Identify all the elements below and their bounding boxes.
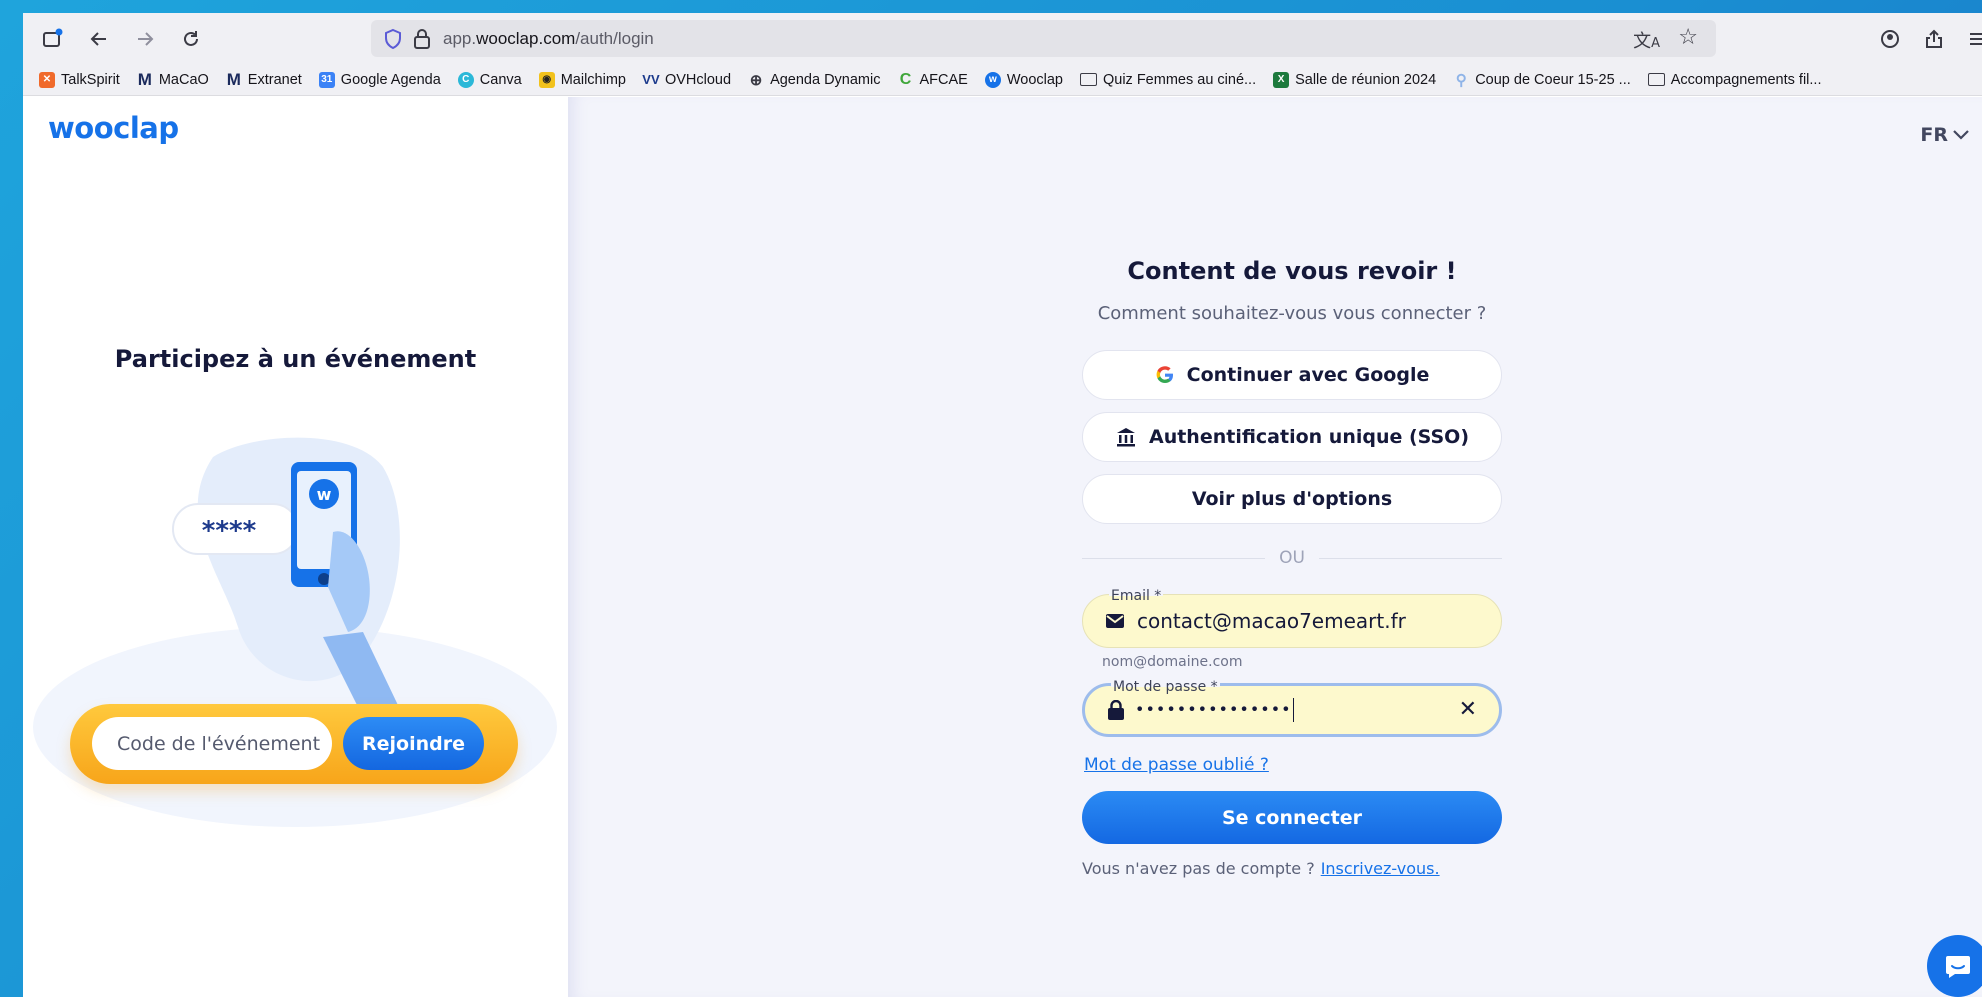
address-bar[interactable]: app.wooclap.com/auth/login 文A ☆ [371, 20, 1716, 57]
envelope-icon [1106, 614, 1124, 628]
wooclap-badge-text: w [317, 485, 332, 504]
shield-icon[interactable] [383, 28, 403, 54]
folder-icon [1079, 73, 1097, 86]
browser-window: app.wooclap.com/auth/login 文A ☆ ✕ TalkSpi… [23, 13, 1982, 997]
clear-icon[interactable]: ✕ [1459, 697, 1477, 722]
macao-icon: M [137, 69, 152, 89]
page-content: wooclap Participez à un événement **** w… [23, 97, 1982, 997]
join-event-panel: wooclap Participez à un événement **** w… [23, 97, 568, 997]
bookmark-quiz-femmes[interactable]: Quiz Femmes au ciné... [1079, 72, 1256, 88]
menu-icon[interactable] [1963, 25, 1982, 53]
institution-icon [1116, 428, 1135, 447]
bookmark-accompagnements[interactable]: Accompagnements fil... [1647, 72, 1821, 88]
calendar-icon: 31 [318, 71, 335, 88]
share-icon[interactable] [1920, 25, 1948, 53]
password-field[interactable]: Mot de passe * ••••••••••••••• ✕ [1082, 679, 1502, 737]
signup-link[interactable]: Inscrivez-vous. [1321, 859, 1440, 878]
reload-icon[interactable] [177, 25, 205, 53]
bookmark-extranet[interactable]: M Extranet [226, 69, 302, 89]
bookmark-salle-reunion[interactable]: X Salle de réunion 2024 [1273, 71, 1436, 88]
folder-icon [1647, 73, 1665, 86]
canva-icon: C [457, 71, 474, 88]
bookmark-agenda-dynamic[interactable]: ⊕ Agenda Dynamic [748, 71, 881, 89]
language-label: FR [1920, 124, 1948, 146]
forgot-password-link[interactable]: Mot de passe oublié ? [1084, 755, 1269, 775]
or-divider-text: OU [1279, 548, 1305, 568]
email-label: Email * [1109, 588, 1164, 604]
url-text: app.wooclap.com/auth/login [443, 29, 654, 48]
bookmark-afcae[interactable]: C AFCAE [897, 70, 968, 88]
wooclap-icon: w [984, 71, 1001, 88]
tab-manager-icon[interactable] [39, 25, 67, 53]
login-subtitle: Comment souhaitez-vous vous connecter ? [1097, 303, 1487, 324]
join-event-form: Code de l'événement Rejoindre [70, 704, 518, 784]
signup-text: Vous n'avez pas de compte ? Inscrivez-vou… [1082, 859, 1440, 878]
bookmark-wooclap[interactable]: w Wooclap [984, 71, 1063, 88]
forward-arrow-icon[interactable] [131, 25, 159, 53]
phone-illustration: **** w [33, 437, 557, 827]
bookmark-ovhcloud[interactable]: VV OVHcloud [642, 72, 731, 88]
ovh-icon: VV [642, 72, 660, 87]
password-value: ••••••••••••••• [1135, 698, 1295, 722]
password-label: Mot de passe * [1111, 679, 1220, 695]
globe-icon: ⊕ [749, 71, 763, 89]
no-account-text: Vous n'avez pas de compte ? [1082, 859, 1315, 878]
google-icon [1156, 366, 1173, 383]
code-stars-text: **** [202, 516, 257, 546]
bookmark-macao[interactable]: M MaCaO [137, 69, 209, 89]
join-button[interactable]: Rejoindre [343, 717, 484, 770]
lock-icon[interactable] [413, 28, 431, 54]
text-caret [1292, 698, 1295, 722]
mailchimp-icon: ◉ [538, 71, 555, 88]
bookmark-coup-de-coeur[interactable]: ⚲ Coup de Coeur 15-25 ... [1453, 71, 1631, 89]
afcae-icon: C [899, 70, 912, 88]
login-title: Content de vous revoir ! [1127, 257, 1457, 285]
event-code-input[interactable]: Code de l'événement [92, 717, 332, 770]
excel-icon: X [1273, 71, 1290, 88]
google-login-button[interactable]: Continuer avec Google [1082, 350, 1502, 400]
talkspirit-icon: ✕ [39, 71, 55, 88]
email-hint: nom@domaine.com [1102, 654, 1243, 670]
more-options-button[interactable]: Voir plus d'options [1082, 474, 1502, 524]
lock-icon [1108, 699, 1124, 720]
google-login-label: Continuer avec Google [1186, 364, 1430, 386]
account-icon[interactable] [1876, 25, 1904, 53]
chat-icon [1946, 956, 1970, 978]
wooclap-logo[interactable]: wooclap [48, 111, 179, 145]
login-button[interactable]: Se connecter [1082, 791, 1502, 844]
bookmark-talkspirit[interactable]: ✕ TalkSpirit [39, 71, 120, 88]
browser-toolbar: app.wooclap.com/auth/login 文A ☆ [23, 13, 1982, 64]
chat-support-button[interactable] [1927, 935, 1982, 997]
macao-icon: M [226, 69, 241, 89]
or-divider: OU [1082, 548, 1503, 568]
bookmark-mailchimp[interactable]: ◉ Mailchimp [538, 71, 626, 88]
translate-icon[interactable]: 文A [1633, 27, 1660, 53]
sso-login-button[interactable]: Authentification unique (SSO) [1082, 412, 1502, 462]
sso-login-label: Authentification unique (SSO) [1148, 426, 1470, 448]
chevron-down-icon [1953, 130, 1969, 140]
language-selector[interactable]: FR [1920, 124, 1970, 146]
bookmark-google-agenda[interactable]: 31 Google Agenda [318, 71, 441, 88]
back-arrow-icon[interactable] [85, 25, 113, 53]
email-value: contact@macao7emeart.fr [1137, 609, 1406, 633]
bookmark-icon: ⚲ [1455, 71, 1467, 89]
star-icon[interactable]: ☆ [1678, 25, 1698, 50]
email-field[interactable]: Email * contact@macao7emeart.fr [1082, 588, 1502, 648]
join-event-title: Participez à un événement [114, 345, 477, 373]
bookmark-canva[interactable]: C Canva [457, 71, 522, 88]
bookmarks-bar: ✕ TalkSpirit M MaCaO M Extranet 31 Google Ag… [23, 64, 1982, 96]
